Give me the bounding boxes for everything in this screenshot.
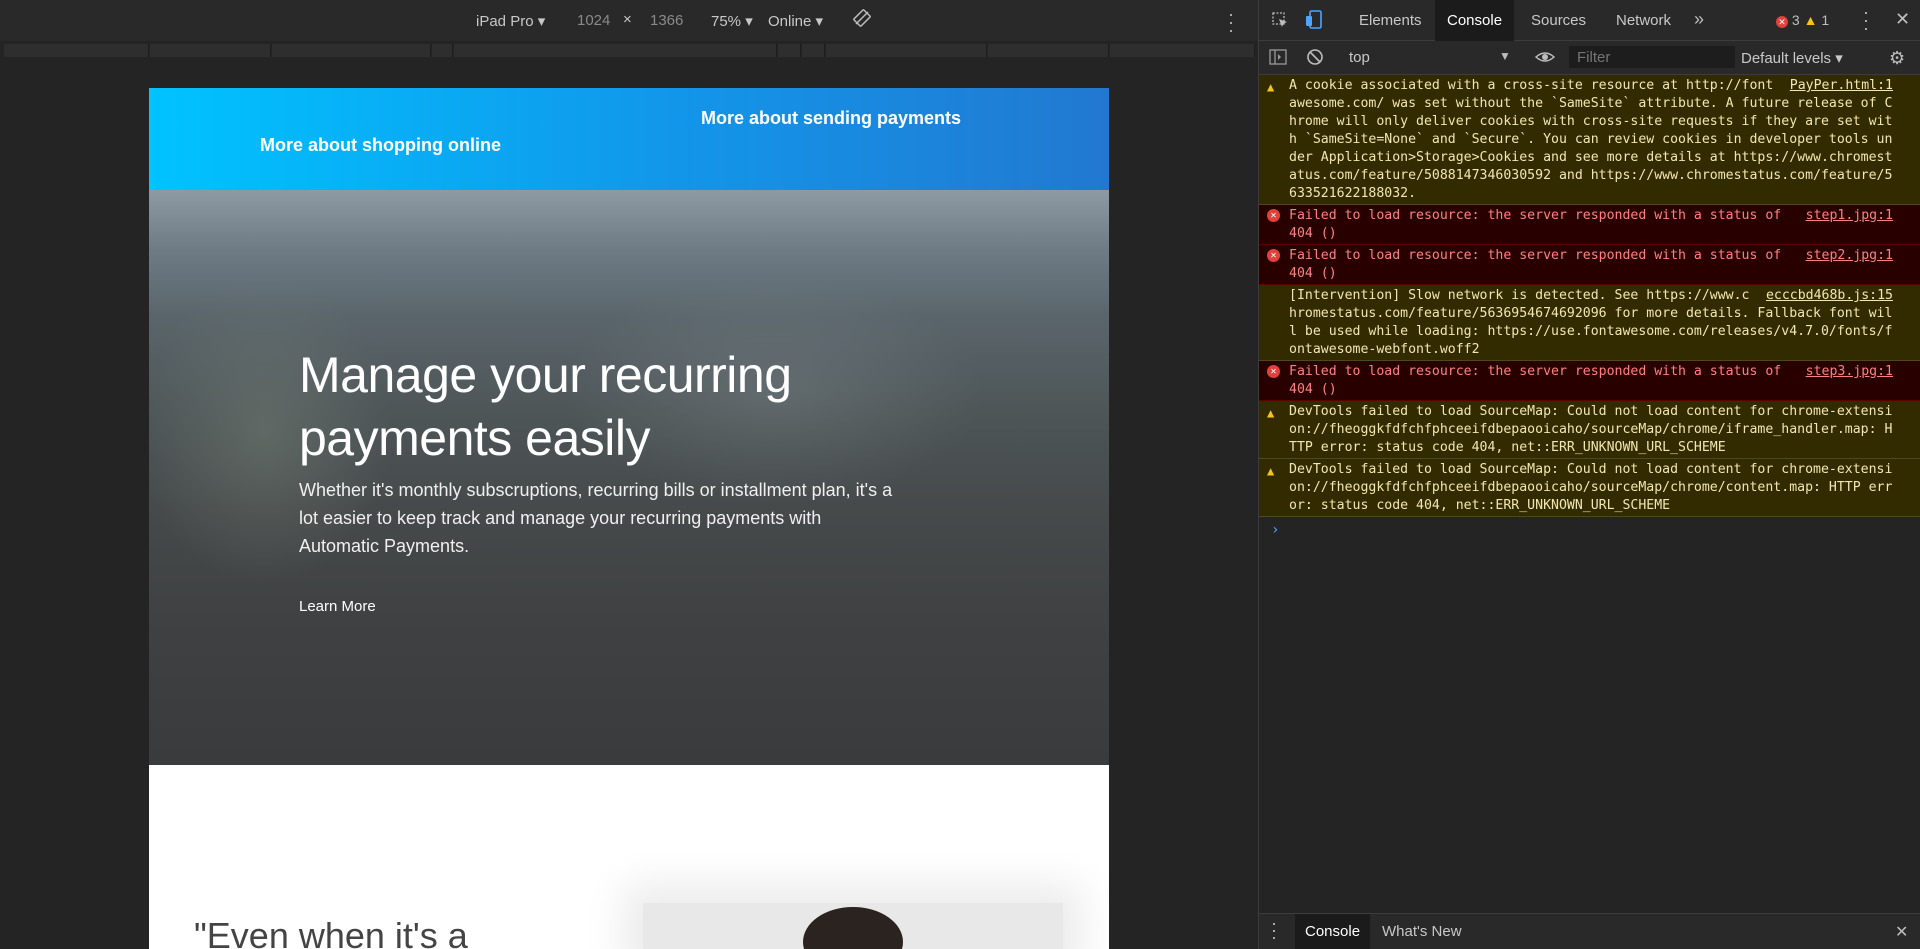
media-query-ruler xyxy=(0,41,1258,61)
message-text: Failed to load resource: the server resp… xyxy=(1289,364,1790,397)
clear-console-icon[interactable] xyxy=(1306,48,1324,71)
vertical-dots-icon[interactable]: · · · xyxy=(1226,5,1236,39)
height-input[interactable]: 1366 xyxy=(650,12,683,29)
throttle-select[interactable]: Online ▾ xyxy=(768,12,823,30)
zoom-select[interactable]: 75% ▾ xyxy=(711,12,753,30)
message-text: Failed to load resource: the server resp… xyxy=(1289,208,1790,241)
hero-description: Whether it's monthly subscruptions, recu… xyxy=(299,480,893,556)
error-counter[interactable]: ✕ 3 ▲ 1 xyxy=(1776,12,1829,28)
chevron-down-icon: ▾ xyxy=(815,13,824,30)
console-message-warning[interactable]: ▲ DevTools failed to load SourceMap: Coul… xyxy=(1259,401,1920,459)
console-message-warning[interactable]: ▲ PayPer.html:1 A cookie associated with a… xyxy=(1259,75,1920,205)
warning-icon: ▲ xyxy=(1267,80,1275,94)
device-select[interactable]: iPad Pro ▾ xyxy=(476,12,545,30)
tab-network[interactable]: Network xyxy=(1604,0,1683,41)
devtools-panel: Elements Console Sources Network » ✕ 3 ▲… xyxy=(1258,0,1920,949)
chevron-down-icon: ▾ xyxy=(537,13,546,30)
zoom-value: 75% xyxy=(711,13,742,30)
drawer-menu-icon[interactable]: · · · xyxy=(1271,914,1277,946)
device-emulation-pane: iPad Pro ▾ 1024 × 1366 75% ▾ Online ▾ · ·… xyxy=(0,0,1258,949)
devtools-menu-icon[interactable]: · · · xyxy=(1863,3,1869,37)
close-drawer-icon[interactable]: ✕ xyxy=(1895,922,1908,942)
tab-console[interactable]: Console xyxy=(1435,0,1515,41)
testimonial-section: "Even when it's a xyxy=(149,765,1109,949)
inspect-element-icon[interactable] xyxy=(1271,11,1289,34)
console-message-info[interactable]: ecccbd468b.js:15 [Intervention] Slow netw… xyxy=(1259,285,1920,361)
error-count: 3 xyxy=(1791,12,1800,28)
warning-count: 1 xyxy=(1821,12,1830,28)
log-levels-value: Default levels xyxy=(1741,50,1832,67)
message-source-link[interactable]: ecccbd468b.js:15 xyxy=(1766,287,1893,305)
warning-icon: ▲ xyxy=(1267,406,1275,420)
message-source-link[interactable]: step3.jpg:1 xyxy=(1806,363,1893,381)
error-icon: ✕ xyxy=(1267,249,1280,262)
console-prompt[interactable]: › xyxy=(1271,521,1920,539)
nav-link-payments[interactable]: More about sending payments xyxy=(701,108,961,129)
settings-gear-icon[interactable]: ⚙ xyxy=(1889,48,1905,69)
tab-elements[interactable]: Elements xyxy=(1347,0,1434,41)
tab-sources[interactable]: Sources xyxy=(1519,0,1598,41)
error-icon: ✕ xyxy=(1267,209,1280,222)
eye-icon[interactable] xyxy=(1534,48,1556,71)
hero-title: Manage your recurring payments easily xyxy=(299,347,792,466)
console-messages: ▲ PayPer.html:1 A cookie associated with a… xyxy=(1259,75,1920,913)
log-levels-select[interactable]: Default levels ▾ xyxy=(1741,49,1843,67)
warning-icon: ▲ xyxy=(1803,12,1818,28)
top-navigation: More about shopping online More about se… xyxy=(149,88,1109,190)
context-value: top xyxy=(1349,49,1370,66)
throttle-value: Online xyxy=(768,13,812,30)
message-text: DevTools failed to load SourceMap: Could… xyxy=(1289,462,1893,513)
device-toolbar: iPad Pro ▾ 1024 × 1366 75% ▾ Online ▾ · ·… xyxy=(0,0,1258,41)
console-message-error[interactable]: ✕ step3.jpg:1 Failed to load resource: the… xyxy=(1259,361,1920,401)
warning-icon: ▲ xyxy=(1267,464,1275,478)
message-source-link[interactable]: step2.jpg:1 xyxy=(1806,247,1893,265)
testimonial-quote: "Even when it's a xyxy=(194,915,468,949)
rotate-icon[interactable] xyxy=(853,9,871,31)
context-select[interactable]: top xyxy=(1349,49,1370,66)
device-name: iPad Pro xyxy=(476,13,534,30)
emulated-page: More about shopping online More about se… xyxy=(149,88,1109,949)
sidebar-toggle-icon[interactable] xyxy=(1269,49,1287,70)
console-message-error[interactable]: ✕ step2.jpg:1 Failed to load resource: the… xyxy=(1259,245,1920,285)
nav-link-shopping[interactable]: More about shopping online xyxy=(260,135,501,156)
device-toolbar-icon[interactable] xyxy=(1305,10,1323,35)
error-icon: ✕ xyxy=(1776,16,1788,28)
console-filter-input[interactable] xyxy=(1569,46,1735,68)
message-text: DevTools failed to load SourceMap: Could… xyxy=(1289,404,1893,455)
message-text: Failed to load resource: the server resp… xyxy=(1289,248,1790,281)
message-text: A cookie associated with a cross-site re… xyxy=(1289,78,1893,201)
testimonial-photo xyxy=(643,903,1063,949)
error-icon: ✕ xyxy=(1267,365,1280,378)
devtools-tabbar: Elements Console Sources Network » ✕ 3 ▲… xyxy=(1259,0,1920,41)
width-input[interactable]: 1024 xyxy=(577,12,610,29)
chevron-down-icon: ▾ xyxy=(745,13,753,30)
chevron-down-icon: ▾ xyxy=(1835,50,1843,67)
drawer-tab-console[interactable]: Console xyxy=(1295,914,1371,949)
learn-more-link[interactable]: Learn More xyxy=(299,598,376,615)
more-tabs-icon[interactable]: » xyxy=(1694,9,1704,30)
console-message-warning[interactable]: ▲ DevTools failed to load SourceMap: Coul… xyxy=(1259,459,1920,517)
drawer-tab-whats-new[interactable]: What's New xyxy=(1372,914,1472,949)
close-icon[interactable]: ✕ xyxy=(1895,9,1910,30)
drawer-tabbar: · · · Console What's New ✕ xyxy=(1259,913,1920,949)
message-source-link[interactable]: step1.jpg:1 xyxy=(1806,207,1893,225)
console-filter-bar: top ▼ Default levels ▾ ⚙ xyxy=(1259,41,1920,75)
hero-section: Manage your recurring payments easily Wh… xyxy=(149,190,1109,765)
chevron-down-icon: ▼ xyxy=(1499,49,1511,63)
dimension-separator: × xyxy=(623,11,632,28)
console-message-error[interactable]: ✕ step1.jpg:1 Failed to load resource: the… xyxy=(1259,205,1920,245)
message-source-link[interactable]: PayPer.html:1 xyxy=(1790,77,1893,95)
